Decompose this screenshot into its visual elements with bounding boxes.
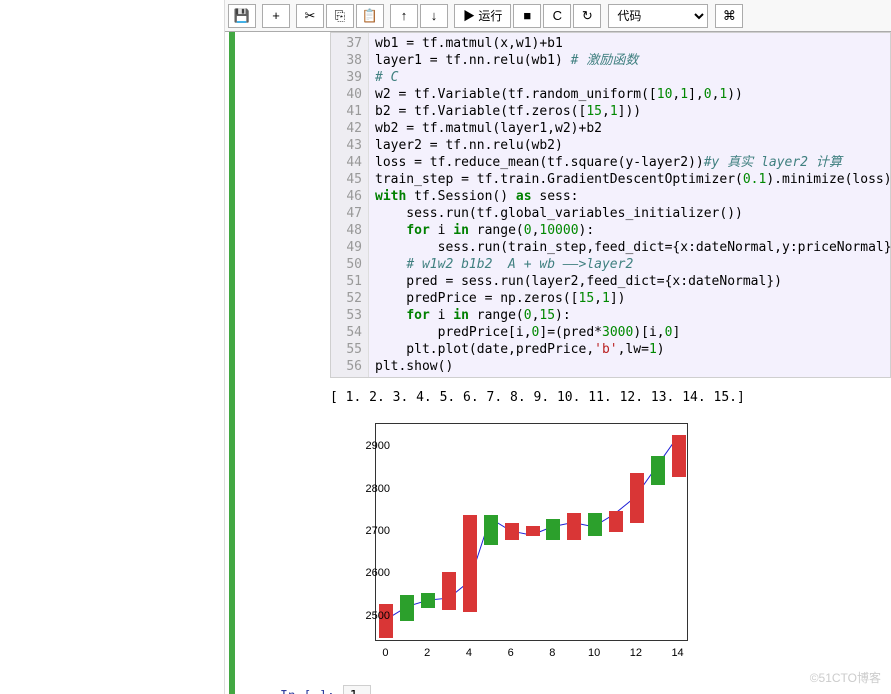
code-cell[interactable]: 3738394041424344454647484950515253545556… [330, 32, 891, 378]
code-line[interactable]: with tf.Session() as sess: [375, 188, 884, 205]
move-up-button[interactable]: ↑ [390, 4, 418, 28]
restart-button[interactable]: C [543, 4, 571, 28]
output-chart: 2500 2600 2700 2800 2900 0 2 4 6 8 10 12 14 [330, 413, 708, 673]
code-line[interactable]: # w1w2 b1b2 A + wb ——>layer2 [375, 256, 884, 273]
candle-red [526, 526, 540, 537]
candle-green [484, 515, 498, 545]
x-tick-label: 0 [382, 647, 388, 659]
y-tick-label: 2900 [366, 440, 390, 452]
main-panel: 💾 + ✂ ⎘ 📋 ↑ ↓ ▶ 运行 ■ C ↻ 代码 ⌘ 3738394041 [225, 0, 891, 694]
output-text: [ 1. 2. 3. 4. 5. 6. 7. 8. 9. 10. 11. 12.… [330, 378, 891, 413]
candle-green [588, 513, 602, 536]
stop-button[interactable]: ■ [513, 4, 541, 28]
x-tick-label: 2 [424, 647, 430, 659]
copy-button[interactable]: ⎘ [326, 4, 354, 28]
code-line[interactable]: layer1 = tf.nn.relu(wb1) # 激励函数 [375, 52, 884, 69]
candle-red [505, 523, 519, 540]
candle-green [400, 595, 414, 620]
watermark: ©51CTO博客 [810, 669, 881, 686]
cell-selection-marker [229, 32, 235, 694]
code-line[interactable]: loss = tf.reduce_mean(tf.square(y-layer2… [375, 154, 884, 171]
cell-type-dropdown[interactable]: 代码 [608, 4, 708, 28]
code-line[interactable]: wb1 = tf.matmul(x,w1)+b1 [375, 35, 884, 52]
code-line[interactable]: plt.show() [375, 358, 884, 375]
code-line[interactable]: pred = sess.run(layer2,feed_dict={x:date… [375, 273, 884, 290]
candle-green [421, 593, 435, 608]
candle-red [609, 511, 623, 532]
code-line[interactable]: predPrice = np.zeros([15,1]) [375, 290, 884, 307]
move-down-button[interactable]: ↓ [420, 4, 448, 28]
candle-red [442, 572, 456, 610]
y-tick-label: 2600 [366, 567, 390, 579]
y-tick-label: 2800 [366, 483, 390, 495]
save-button[interactable]: 💾 [228, 4, 256, 28]
left-sidebar [0, 0, 225, 694]
next-cell-input[interactable]: 1 [343, 685, 371, 694]
x-tick-label: 6 [508, 647, 514, 659]
code-line[interactable]: for i in range(0,15): [375, 307, 884, 324]
candle-red [672, 435, 686, 477]
y-tick-label: 2700 [366, 525, 390, 537]
code-line[interactable]: plt.plot(date,predPrice,'b',lw=1) [375, 341, 884, 358]
add-cell-button[interactable]: + [262, 4, 290, 28]
y-tick-label: 2500 [366, 610, 390, 622]
code-line[interactable]: sess.run(train_step,feed_dict={x:dateNor… [375, 239, 884, 256]
code-line[interactable]: for i in range(0,10000): [375, 222, 884, 239]
candle-red [630, 473, 644, 524]
candle-red [463, 515, 477, 612]
x-tick-label: 10 [588, 647, 600, 659]
code-line[interactable]: b2 = tf.Variable(tf.zeros([15,1])) [375, 103, 884, 120]
candle-green [651, 456, 665, 486]
cut-button[interactable]: ✂ [296, 4, 324, 28]
x-tick-label: 12 [630, 647, 642, 659]
line-number-gutter: 3738394041424344454647484950515253545556 [331, 33, 369, 377]
in-label: In [ ]: [280, 689, 335, 694]
run-button[interactable]: ▶ 运行 [454, 4, 511, 28]
command-palette-button[interactable]: ⌘ [715, 4, 743, 28]
code-editor[interactable]: wb1 = tf.matmul(x,w1)+b1layer1 = tf.nn.r… [369, 33, 890, 377]
candle-red [567, 513, 581, 541]
restart-run-button[interactable]: ↻ [573, 4, 601, 28]
x-tick-label: 4 [466, 647, 472, 659]
code-line[interactable]: layer2 = tf.nn.relu(wb2) [375, 137, 884, 154]
code-line[interactable]: # C [375, 69, 884, 86]
paste-button[interactable]: 📋 [356, 4, 384, 28]
code-line[interactable]: wb2 = tf.matmul(layer1,w2)+b2 [375, 120, 884, 137]
next-cell-prompt: In [ ]: 1 [280, 685, 891, 694]
toolbar: 💾 + ✂ ⎘ 📋 ↑ ↓ ▶ 运行 ■ C ↻ 代码 ⌘ [225, 0, 891, 32]
candle-green [546, 519, 560, 540]
x-tick-label: 14 [671, 647, 683, 659]
code-line[interactable]: sess.run(tf.global_variables_initializer… [375, 205, 884, 222]
x-tick-label: 8 [549, 647, 555, 659]
code-line[interactable]: train_step = tf.train.GradientDescentOpt… [375, 171, 884, 188]
code-line[interactable]: w2 = tf.Variable(tf.random_uniform([10,1… [375, 86, 884, 103]
code-line[interactable]: predPrice[i,0]=(pred*3000)[i,0] [375, 324, 884, 341]
plot-area [375, 423, 688, 641]
notebook-area: 3738394041424344454647484950515253545556… [225, 32, 891, 694]
